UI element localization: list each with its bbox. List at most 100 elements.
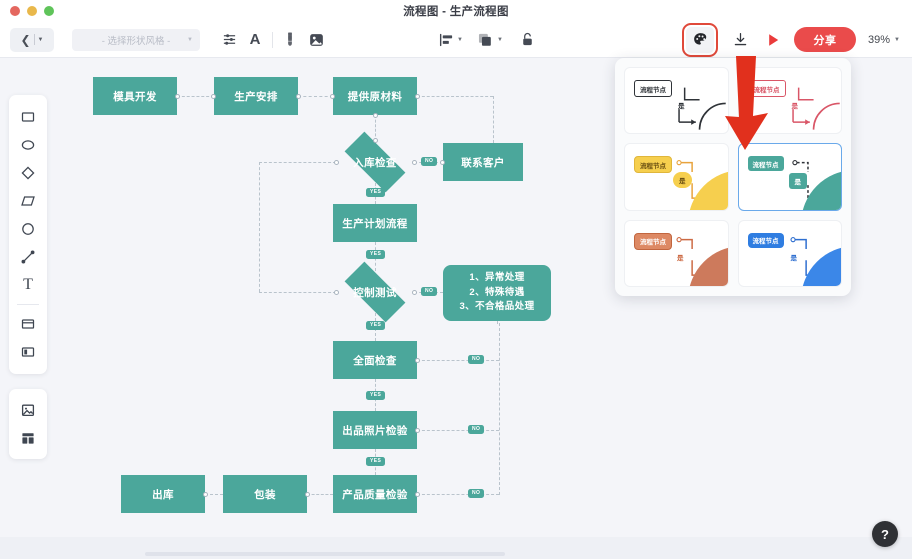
style-card-red[interactable]: 流程节点 是 [737,67,842,135]
edge-label[interactable]: YES [366,250,386,259]
chevron-down-icon: ▼ [187,36,193,43]
connection-port[interactable] [415,357,420,363]
style-card-blue[interactable]: 流程节点 是 [737,219,842,287]
style-node-chip: 流程节点 [634,156,672,174]
edge-n10-loop [417,430,499,431]
title-bar: 流程图 - 生产流程图 [0,0,912,22]
layers-icon [473,27,499,53]
connection-port[interactable] [412,159,417,165]
style-preview-red [791,87,840,130]
connection-port[interactable] [334,289,339,295]
format-sliders-icon[interactable] [216,27,242,53]
app-window: 流程图 - 生产流程图 ❮ ▼ - 选择形状风格 - ▼ A ▼ ▼ 分享 39… [0,0,912,559]
layers-button[interactable]: ▼ [473,27,503,53]
maximize-window-button[interactable] [44,6,54,16]
style-yes-label: 是 [678,103,685,110]
connection-port[interactable] [334,159,339,165]
decision-node[interactable]: 入库检查 [344,131,406,193]
theme-palette-button[interactable] [682,22,719,57]
present-button[interactable] [760,27,786,53]
connection-port[interactable] [412,289,417,295]
connection-port[interactable] [175,93,180,99]
flow-node[interactable]: 全面检查 [333,341,417,379]
style-picker-panel[interactable]: 流程节点 是 流程节点 是 流程节点 是 流程节点 是 流程节点 是 流程节点 … [615,58,851,296]
download-button[interactable] [726,27,754,53]
connection-port[interactable] [305,491,310,497]
edge-n2-n3 [298,96,333,97]
list-item: 3、不合格品处理 [459,301,535,313]
edge-left-return-bottom [259,292,336,293]
style-card-yellow[interactable]: 流程节点 是 [624,143,729,211]
edge-label[interactable]: NO [421,157,438,166]
flow-node[interactable]: 出库 [121,475,205,513]
connection-port[interactable] [372,138,378,143]
decision-node-label: 控制测试 [353,286,397,299]
flow-node-list[interactable]: 1、异常处理 2、特殊待遇 3、不合格品处理 [443,265,551,321]
connection-port[interactable] [296,93,301,99]
edge-label[interactable]: YES [366,391,386,400]
align-button[interactable]: ▼ [433,27,463,53]
style-node-chip: 流程节点 [747,156,784,172]
list-item: 2、特殊待遇 [469,286,525,298]
flow-node[interactable]: 生产安排 [214,77,298,115]
style-yes-label: 是 [791,103,799,110]
style-card-orange[interactable]: 流程节点 是 [624,219,729,287]
style-node-chip: 流程节点 [634,80,672,97]
share-button[interactable]: 分享 [794,27,857,52]
connection-port[interactable] [415,427,420,433]
connection-port[interactable] [372,113,378,118]
flow-node[interactable]: 出品照片检验 [333,411,417,449]
list-item: 1、异常处理 [469,271,525,283]
edge-label[interactable]: YES [366,321,386,330]
style-yes-label: 是 [677,254,684,262]
edge-label[interactable]: YES [366,188,386,197]
text-font-icon[interactable]: A [242,27,268,53]
edge-n11-loop [417,494,499,495]
brush-icon[interactable] [277,27,303,53]
chevron-down-icon: ▼ [894,36,900,43]
back-button[interactable]: ❮ ▼ [10,27,54,52]
style-node-chip: 流程节点 [634,232,672,250]
flow-node[interactable]: 模具开发 [93,77,177,115]
zoom-control[interactable]: 39% ▼ [868,34,900,46]
edge-label[interactable]: NO [468,425,485,434]
align-icon [433,27,459,53]
edge-n9-loop [417,360,499,361]
edge-label[interactable]: YES [366,457,386,466]
connection-port[interactable] [203,491,208,497]
connection-port[interactable] [330,93,335,99]
flow-node[interactable]: 联系客户 [443,143,523,181]
window-title: 流程图 - 生产流程图 [403,6,509,18]
connection-port[interactable] [415,93,420,99]
image-fill-icon[interactable] [303,27,329,53]
main-toolbar: ❮ ▼ - 选择形状风格 - ▼ A ▼ ▼ 分享 39% ▼ [0,22,912,58]
style-card-gray[interactable]: 流程节点 是 [624,67,729,135]
flow-node[interactable]: 提供原材料 [333,77,417,115]
edge-right-down [493,96,494,143]
zoom-level-label: 39% [868,33,891,46]
style-card-teal[interactable]: 流程节点 是 [737,143,842,211]
close-window-button[interactable] [10,6,20,16]
shape-style-select[interactable]: - 选择形状风格 - ▼ [72,28,200,51]
decision-node[interactable]: 控制测试 [344,261,406,323]
shape-style-placeholder: - 选择形状风格 - [101,35,171,47]
edge-n1-n2 [177,96,214,97]
connection-port[interactable] [440,159,445,165]
help-button[interactable]: ? [872,521,898,547]
chevron-left-icon: ❮ [20,32,31,47]
flow-node[interactable]: 包装 [223,475,307,513]
flow-node[interactable]: 产品质量检验 [333,475,417,513]
minimize-window-button[interactable] [27,6,37,16]
style-preview-gray [678,87,726,130]
edge-left-return-top [259,162,336,163]
lock-icon[interactable] [515,27,541,53]
style-yes-label: 是 [788,173,807,190]
connection-port[interactable] [211,93,216,99]
flow-node[interactable]: 生产计划流程 [333,204,417,242]
edge-label[interactable]: NO [468,489,485,498]
connection-port[interactable] [415,491,420,497]
decision-node-label: 入库检查 [353,156,397,169]
horizontal-scrollbar[interactable] [145,552,505,556]
edge-label[interactable]: NO [421,287,438,296]
edge-label[interactable]: NO [468,355,485,364]
